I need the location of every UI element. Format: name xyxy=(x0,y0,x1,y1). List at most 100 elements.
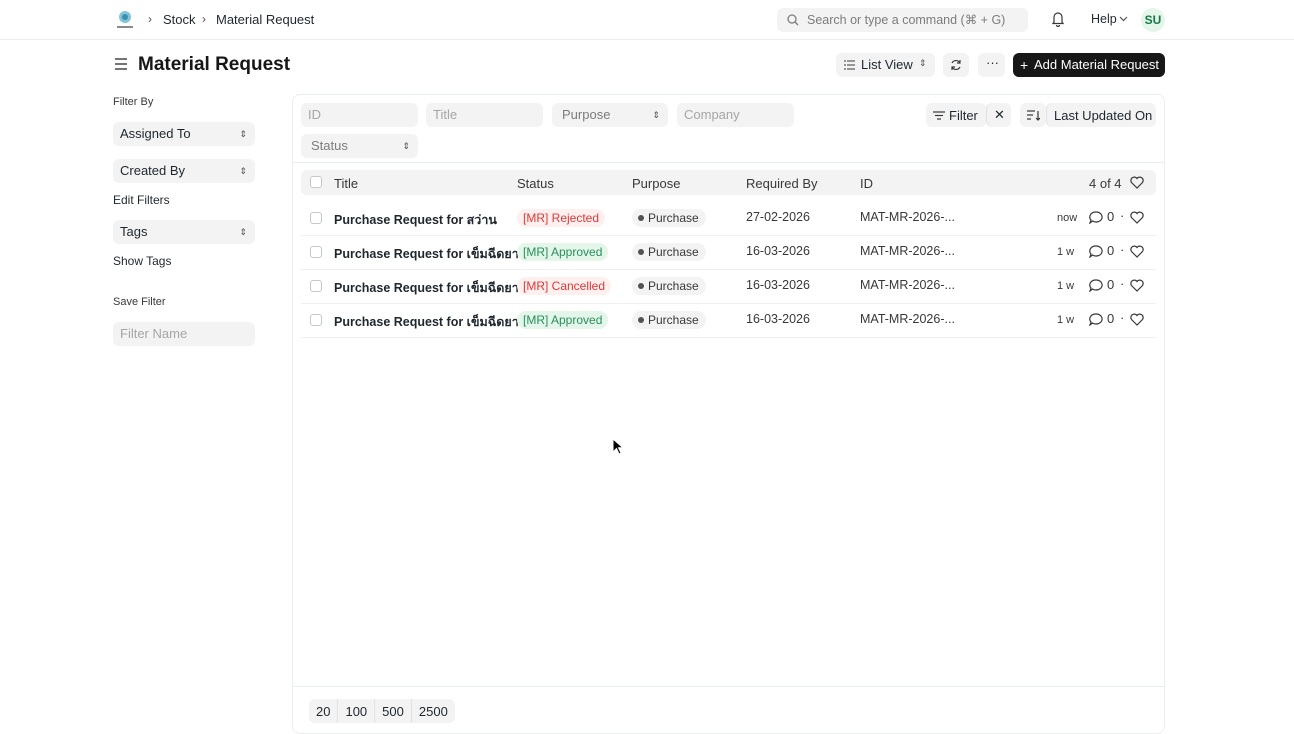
breadcrumb-stock[interactable]: Stock xyxy=(163,12,196,27)
record-count: 4 of 4 xyxy=(1089,176,1122,191)
comment-count: 0 xyxy=(1107,277,1115,292)
id-cell[interactable]: MAT-MR-2026-... xyxy=(860,244,955,258)
search-input[interactable]: Search or type a command (⌘ + G) xyxy=(777,8,1028,32)
purpose-filter-label: Purpose xyxy=(562,107,611,122)
row-title-link[interactable]: Purchase Request for เข็มฉีดยา xyxy=(334,278,519,298)
chevron-right-icon: › xyxy=(148,12,152,26)
more-actions-button[interactable]: ··· xyxy=(978,53,1005,77)
status-filter-label: Status xyxy=(311,138,348,153)
column-header-title[interactable]: Title xyxy=(334,176,358,191)
filter-button[interactable]: Filter xyxy=(926,103,986,127)
assigned-to-label: Assigned To xyxy=(120,126,191,141)
add-button-label: Add Material Request xyxy=(1034,57,1160,72)
comment-icon[interactable] xyxy=(1088,313,1103,331)
show-tags-link[interactable]: Show Tags xyxy=(113,254,171,268)
select-arrows-icon: ⇕ xyxy=(919,58,927,68)
sort-by-button[interactable]: Last Updated On xyxy=(1046,103,1156,127)
refresh-icon xyxy=(951,59,961,71)
sidebar-toggle-icon[interactable] xyxy=(114,57,128,71)
column-header-id[interactable]: ID xyxy=(860,176,873,191)
tags-select[interactable]: Tags ⇕ xyxy=(113,220,255,244)
purpose-filter-select[interactable]: Purpose ⇕ xyxy=(552,103,668,127)
comment-icon[interactable] xyxy=(1088,211,1103,229)
comment-icon[interactable] xyxy=(1088,279,1103,297)
clear-filter-button[interactable]: ✕ xyxy=(986,103,1011,127)
close-icon: ✕ xyxy=(994,107,1005,122)
select-arrows-icon: ⇕ xyxy=(239,166,247,176)
sort-direction-button[interactable] xyxy=(1020,103,1046,127)
status-filter-select[interactable]: Status ⇕ xyxy=(301,134,418,158)
select-arrows-icon: ⇕ xyxy=(239,227,247,237)
id-cell[interactable]: MAT-MR-2026-... xyxy=(860,278,955,292)
id-cell[interactable]: MAT-MR-2026-... xyxy=(860,312,955,326)
comment-count: 0 xyxy=(1107,243,1115,258)
heart-icon[interactable] xyxy=(1130,176,1144,189)
modified-time: 1 w xyxy=(1057,314,1075,326)
row-checkbox[interactable] xyxy=(310,212,322,224)
page-title: Material Request xyxy=(138,54,291,75)
row-title-link[interactable]: Purchase Request for สว่าน xyxy=(334,210,497,230)
purpose-pill: Purchase xyxy=(632,277,706,295)
purpose-pill: Purchase xyxy=(632,311,706,329)
row-checkbox[interactable] xyxy=(310,280,322,292)
heart-icon[interactable] xyxy=(1130,279,1144,297)
filter-name-input[interactable]: Filter Name xyxy=(113,322,255,346)
modified-time: now xyxy=(1057,212,1078,224)
required-by-cell: 16-03-2026 xyxy=(746,312,810,326)
id-cell[interactable]: MAT-MR-2026-... xyxy=(860,210,955,224)
row-checkbox[interactable] xyxy=(310,246,322,258)
heart-icon[interactable] xyxy=(1130,313,1144,331)
help-menu[interactable]: Help xyxy=(1091,12,1117,26)
row-checkbox[interactable] xyxy=(310,314,322,326)
heart-icon[interactable] xyxy=(1130,211,1144,229)
status-badge: [MR] Cancelled xyxy=(517,277,612,295)
page-length-500[interactable]: 500 xyxy=(375,699,412,723)
sort-icon xyxy=(1027,110,1040,121)
add-material-request-button[interactable]: + Add Material Request xyxy=(1013,53,1165,77)
select-arrows-icon: ⇕ xyxy=(652,110,660,120)
table-header xyxy=(301,170,1156,195)
plus-icon: + xyxy=(1020,57,1029,73)
comment-icon[interactable] xyxy=(1088,245,1103,263)
column-header-purpose[interactable]: Purpose xyxy=(632,176,680,191)
id-filter-input[interactable]: ID xyxy=(301,103,418,127)
chevron-right-icon: › xyxy=(202,12,206,26)
dot-separator: · xyxy=(1120,242,1125,257)
page-length-100[interactable]: 100 xyxy=(338,699,376,723)
purpose-pill: Purchase xyxy=(632,209,706,227)
dot-separator: · xyxy=(1120,310,1125,325)
heart-icon[interactable] xyxy=(1130,245,1144,263)
search-placeholder: Search or type a command (⌘ + G) xyxy=(807,13,1006,27)
status-badge: [MR] Rejected xyxy=(517,209,606,227)
breadcrumb-material-request[interactable]: Material Request xyxy=(216,12,314,27)
avatar[interactable]: SU xyxy=(1141,8,1165,32)
assigned-to-select[interactable]: Assigned To ⇕ xyxy=(113,122,255,146)
title-filter-input[interactable]: Title xyxy=(426,103,543,127)
bell-icon[interactable] xyxy=(1051,11,1065,27)
list-view-button[interactable]: List View ⇕ xyxy=(836,53,935,77)
refresh-button[interactable] xyxy=(943,53,969,77)
list-icon xyxy=(844,60,855,70)
divider xyxy=(292,686,1165,687)
column-header-status[interactable]: Status xyxy=(517,176,554,191)
list-view-label: List View xyxy=(861,57,913,72)
modified-time: 1 w xyxy=(1057,280,1075,292)
status-badge: [MR] Approved xyxy=(517,243,609,261)
select-all-checkbox[interactable] xyxy=(310,176,322,188)
app-logo-icon[interactable] xyxy=(113,9,137,31)
edit-filters-link[interactable]: Edit Filters xyxy=(113,193,170,207)
mouse-cursor-icon xyxy=(612,438,624,455)
row-title-link[interactable]: Purchase Request for เข็มฉีดยา xyxy=(334,312,519,332)
page-length-2500[interactable]: 2500 xyxy=(412,699,455,723)
column-header-required-by[interactable]: Required By xyxy=(746,176,818,191)
created-by-select[interactable]: Created By ⇕ xyxy=(113,159,255,183)
filter-label: Filter xyxy=(949,108,978,123)
select-arrows-icon: ⇕ xyxy=(402,141,410,151)
company-filter-input[interactable]: Company xyxy=(677,103,794,127)
page-length-20[interactable]: 20 xyxy=(309,699,339,723)
sort-by-label: Last Updated On xyxy=(1054,108,1153,123)
row-title-link[interactable]: Purchase Request for เข็มฉีดยา xyxy=(334,244,519,264)
page-length-selector: 20 100 500 2500 xyxy=(309,699,455,723)
tags-label: Tags xyxy=(120,224,148,239)
modified-time: 1 w xyxy=(1057,246,1075,258)
